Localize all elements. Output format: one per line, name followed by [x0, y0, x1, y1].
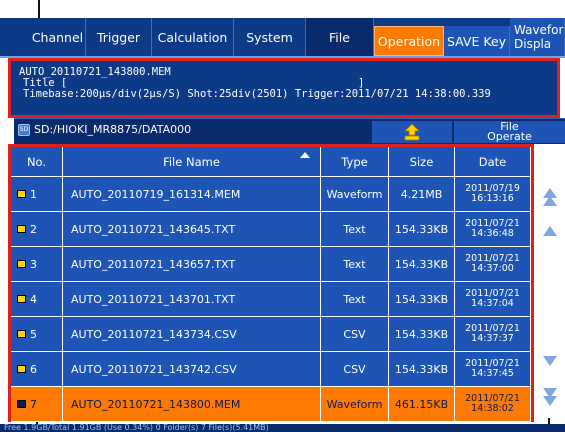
- document-icon: [17, 190, 26, 198]
- header-date[interactable]: Date: [455, 147, 531, 177]
- current-path[interactable]: SD SD:/HIOKI_MR8875/DATA000: [18, 123, 191, 136]
- tab-system[interactable]: System: [234, 18, 306, 56]
- table-row[interactable]: 3 AUTO_20110721_143657.TXT Text 154.33KB…: [11, 247, 531, 282]
- file-operate-button[interactable]: File Operate: [454, 121, 565, 143]
- document-icon: [17, 260, 26, 268]
- file-info-panel: AUTO_20110721_143800.MEM Title [ ] Timeb…: [8, 58, 560, 118]
- document-icon: [17, 330, 26, 338]
- table-row[interactable]: 4 AUTO_20110721_143701.TXT Text 154.33KB…: [11, 282, 531, 317]
- document-icon: [17, 400, 26, 408]
- tab-calculation[interactable]: Calculation: [152, 18, 234, 56]
- scroll-bottom-button[interactable]: [538, 380, 562, 414]
- table-row[interactable]: 1 AUTO_20110719_161314.MEM Waveform 4.21…: [11, 177, 531, 212]
- document-icon: [17, 225, 26, 233]
- folder-up-button[interactable]: [372, 121, 452, 143]
- tab-bar: Channel Trigger Calculation System File …: [0, 18, 565, 58]
- status-bar: Free 1.9GB/Total 1.91GB (Use 0.34%) 0 Fo…: [0, 424, 565, 432]
- file-list-table: No. File Name Type Size Date 1 AUTO_2011…: [8, 144, 534, 422]
- header-file-name[interactable]: File Name: [63, 147, 321, 177]
- subtab-waveform-display[interactable]: Wavefor Displa: [510, 18, 565, 56]
- info-timebase: Timebase:200µs/div(2µs/S) Shot:25div(250…: [23, 88, 491, 100]
- table-header: No. File Name Type Size Date: [11, 147, 531, 177]
- tab-channel[interactable]: Channel: [0, 18, 86, 56]
- scroll-top-button[interactable]: [538, 180, 562, 214]
- subtab-operation[interactable]: Operation: [374, 26, 444, 56]
- document-icon: [17, 295, 26, 303]
- header-size[interactable]: Size: [389, 147, 455, 177]
- path-text: SD:/HIOKI_MR8875/DATA000: [34, 123, 192, 136]
- sort-ascending-icon: [300, 152, 310, 158]
- scroll-up-icon: [543, 226, 557, 236]
- path-bar: SD SD:/HIOKI_MR8875/DATA000 File Operate: [14, 118, 565, 144]
- tab-trigger[interactable]: Trigger: [86, 18, 152, 56]
- scroll-down-button[interactable]: [538, 346, 562, 376]
- folder-up-icon: [404, 123, 420, 141]
- table-row[interactable]: 5 AUTO_20110721_143734.CSV CSV 154.33KB …: [11, 317, 531, 352]
- scroll-down-icon: [543, 356, 557, 366]
- sd-card-icon: SD: [18, 123, 30, 136]
- table-row[interactable]: 2 AUTO_20110721_143645.TXT Text 154.33KB…: [11, 212, 531, 247]
- tab-file[interactable]: File: [306, 18, 374, 56]
- table-row-selected[interactable]: 7 AUTO_20110721_143800.MEM Waveform 461.…: [11, 387, 531, 422]
- header-type[interactable]: Type: [321, 147, 389, 177]
- header-no[interactable]: No.: [11, 147, 63, 177]
- scroll-up-button[interactable]: [538, 216, 562, 246]
- table-row[interactable]: 6 AUTO_20110721_143742.CSV CSV 154.33KB …: [11, 352, 531, 387]
- document-icon: [17, 365, 26, 373]
- subtab-save-key[interactable]: SAVE Key: [444, 26, 510, 56]
